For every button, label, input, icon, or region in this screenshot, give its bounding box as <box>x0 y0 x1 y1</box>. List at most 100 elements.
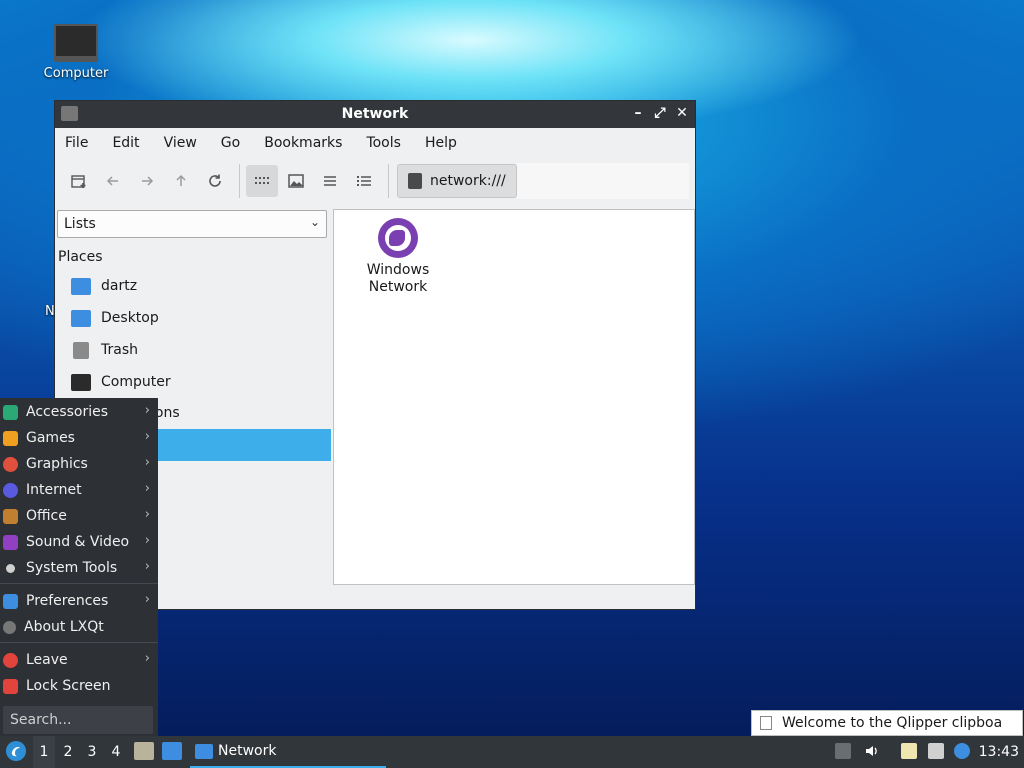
menu-item-label: Sound & Video <box>26 534 130 550</box>
menu-help[interactable]: Help <box>425 135 468 151</box>
window-titlebar[interactable]: Network – ⤢ ✕ <box>55 101 695 128</box>
desktop-icon <box>71 309 91 327</box>
thumbnail-view-icon[interactable] <box>280 165 312 197</box>
games-icon <box>3 430 18 446</box>
file-item-windows-network[interactable]: Windows Network <box>354 218 442 296</box>
toolbar: network:/// <box>55 158 695 204</box>
chevron-right-icon: › <box>144 403 150 418</box>
menu-item-system-tools[interactable]: System Tools › <box>0 555 158 581</box>
file-manager-launcher-icon[interactable] <box>134 742 154 760</box>
menu-item-label: Internet <box>26 482 82 498</box>
new-tab-icon[interactable] <box>63 165 95 197</box>
lock-icon <box>3 678 18 694</box>
minimize-button[interactable]: – <box>631 105 645 121</box>
workspace-3[interactable]: 3 <box>81 736 103 768</box>
icon-view-icon[interactable] <box>246 165 278 197</box>
menu-item-leave[interactable]: Leave › <box>0 647 158 673</box>
internet-icon <box>3 482 18 498</box>
folder-icon <box>195 743 213 759</box>
desktop-computer-label: Computer <box>43 66 109 81</box>
chevron-right-icon: › <box>144 559 150 574</box>
clipboard-tray-icon[interactable] <box>901 743 917 759</box>
menu-item-lock-screen[interactable]: Lock Screen <box>0 673 158 699</box>
forward-icon[interactable] <box>131 165 163 197</box>
place-item-desktop[interactable]: Desktop <box>71 306 159 330</box>
menu-item-games[interactable]: Games › <box>0 425 158 451</box>
network-drive-icon <box>408 173 422 189</box>
lxqt-logo-icon <box>7 742 25 760</box>
menu-item-about-lxqt[interactable]: About LXQt <box>0 614 158 640</box>
place-label: Desktop <box>101 310 159 326</box>
menu-item-accessories[interactable]: Accessories › <box>0 399 158 425</box>
start-menu: Accessories › Games › Graphics › Interne… <box>0 398 158 738</box>
info-icon <box>3 620 16 634</box>
menu-search-input[interactable]: Search... <box>3 706 153 734</box>
maximize-button[interactable]: ⤢ <box>653 105 667 121</box>
place-label: dartz <box>101 278 138 294</box>
toolbar-separator <box>239 164 240 198</box>
menu-item-label: System Tools <box>26 560 118 576</box>
toolbar-separator <box>388 164 389 198</box>
menu-bookmarks[interactable]: Bookmarks <box>264 135 353 151</box>
up-icon[interactable] <box>165 165 197 197</box>
menu-item-label: About LXQt <box>24 619 104 635</box>
menu-go[interactable]: Go <box>221 135 251 151</box>
menu-item-label: Accessories <box>26 404 109 420</box>
clock[interactable]: 13:43 <box>979 744 1019 760</box>
location-bar-empty[interactable] <box>516 163 689 199</box>
workspace-2[interactable]: 2 <box>57 736 79 768</box>
chevron-right-icon: › <box>144 507 150 522</box>
chevron-right-icon: › <box>144 533 150 548</box>
close-button[interactable]: ✕ <box>675 105 689 121</box>
workspace-4[interactable]: 4 <box>105 736 127 768</box>
menu-tools[interactable]: Tools <box>366 135 412 151</box>
place-item-home[interactable]: dartz <box>71 274 137 298</box>
task-label: Network <box>218 743 277 759</box>
place-item-trash[interactable]: Trash <box>71 338 138 362</box>
menu-item-office[interactable]: Office › <box>0 503 158 529</box>
power-icon <box>3 652 18 668</box>
detailed-list-view-icon[interactable] <box>348 165 380 197</box>
show-desktop-icon[interactable] <box>162 742 182 760</box>
menu-file[interactable]: File <box>65 135 99 151</box>
volume-icon[interactable] <box>864 743 880 759</box>
back-icon[interactable] <box>97 165 129 197</box>
file-item-label: Windows Network <box>366 262 430 295</box>
trash-icon <box>73 341 89 359</box>
update-notifier-icon[interactable] <box>954 743 970 759</box>
side-pane-mode-select[interactable]: Lists ⌄ <box>57 210 327 238</box>
clipboard-notification[interactable]: Welcome to the Qlipper clipboa <box>751 710 1023 736</box>
tray-arrow-icon[interactable] <box>835 743 851 759</box>
office-icon <box>3 508 18 524</box>
file-view[interactable]: Windows Network <box>333 209 695 585</box>
notification-text: Welcome to the Qlipper clipboa <box>782 715 1003 731</box>
menu-item-internet[interactable]: Internet › <box>0 477 158 503</box>
menu-item-label: Games <box>26 430 75 446</box>
monitor-icon <box>54 24 98 62</box>
location-bar[interactable]: network:/// <box>397 164 517 198</box>
desktop-computer-icon[interactable]: Computer <box>38 22 114 81</box>
menu-item-label: Preferences <box>26 593 109 609</box>
compact-view-icon[interactable] <box>314 165 346 197</box>
place-item-computer[interactable]: Computer <box>71 370 171 394</box>
places-header: Places <box>58 249 103 265</box>
accessories-icon <box>3 404 18 420</box>
network-tray-icon[interactable] <box>928 743 944 759</box>
menu-edit[interactable]: Edit <box>112 135 150 151</box>
chevron-right-icon: › <box>144 429 150 444</box>
menu-item-sound-video[interactable]: Sound & Video › <box>0 529 158 555</box>
menu-item-graphics[interactable]: Graphics › <box>0 451 158 477</box>
chevron-right-icon: › <box>144 481 150 496</box>
system-tools-icon <box>6 563 15 573</box>
sound-video-icon <box>3 534 18 550</box>
chevron-right-icon: › <box>144 592 150 607</box>
reload-icon[interactable] <box>199 165 231 197</box>
workspace-1[interactable]: 1 <box>33 736 55 768</box>
menu-item-preferences[interactable]: Preferences › <box>0 588 158 614</box>
start-menu-button[interactable] <box>6 741 26 761</box>
taskbar-task-network[interactable]: Network <box>190 736 386 768</box>
menu-view[interactable]: View <box>164 135 208 151</box>
home-folder-icon <box>71 277 91 295</box>
clipboard-icon <box>760 716 772 730</box>
menu-separator <box>0 642 158 643</box>
